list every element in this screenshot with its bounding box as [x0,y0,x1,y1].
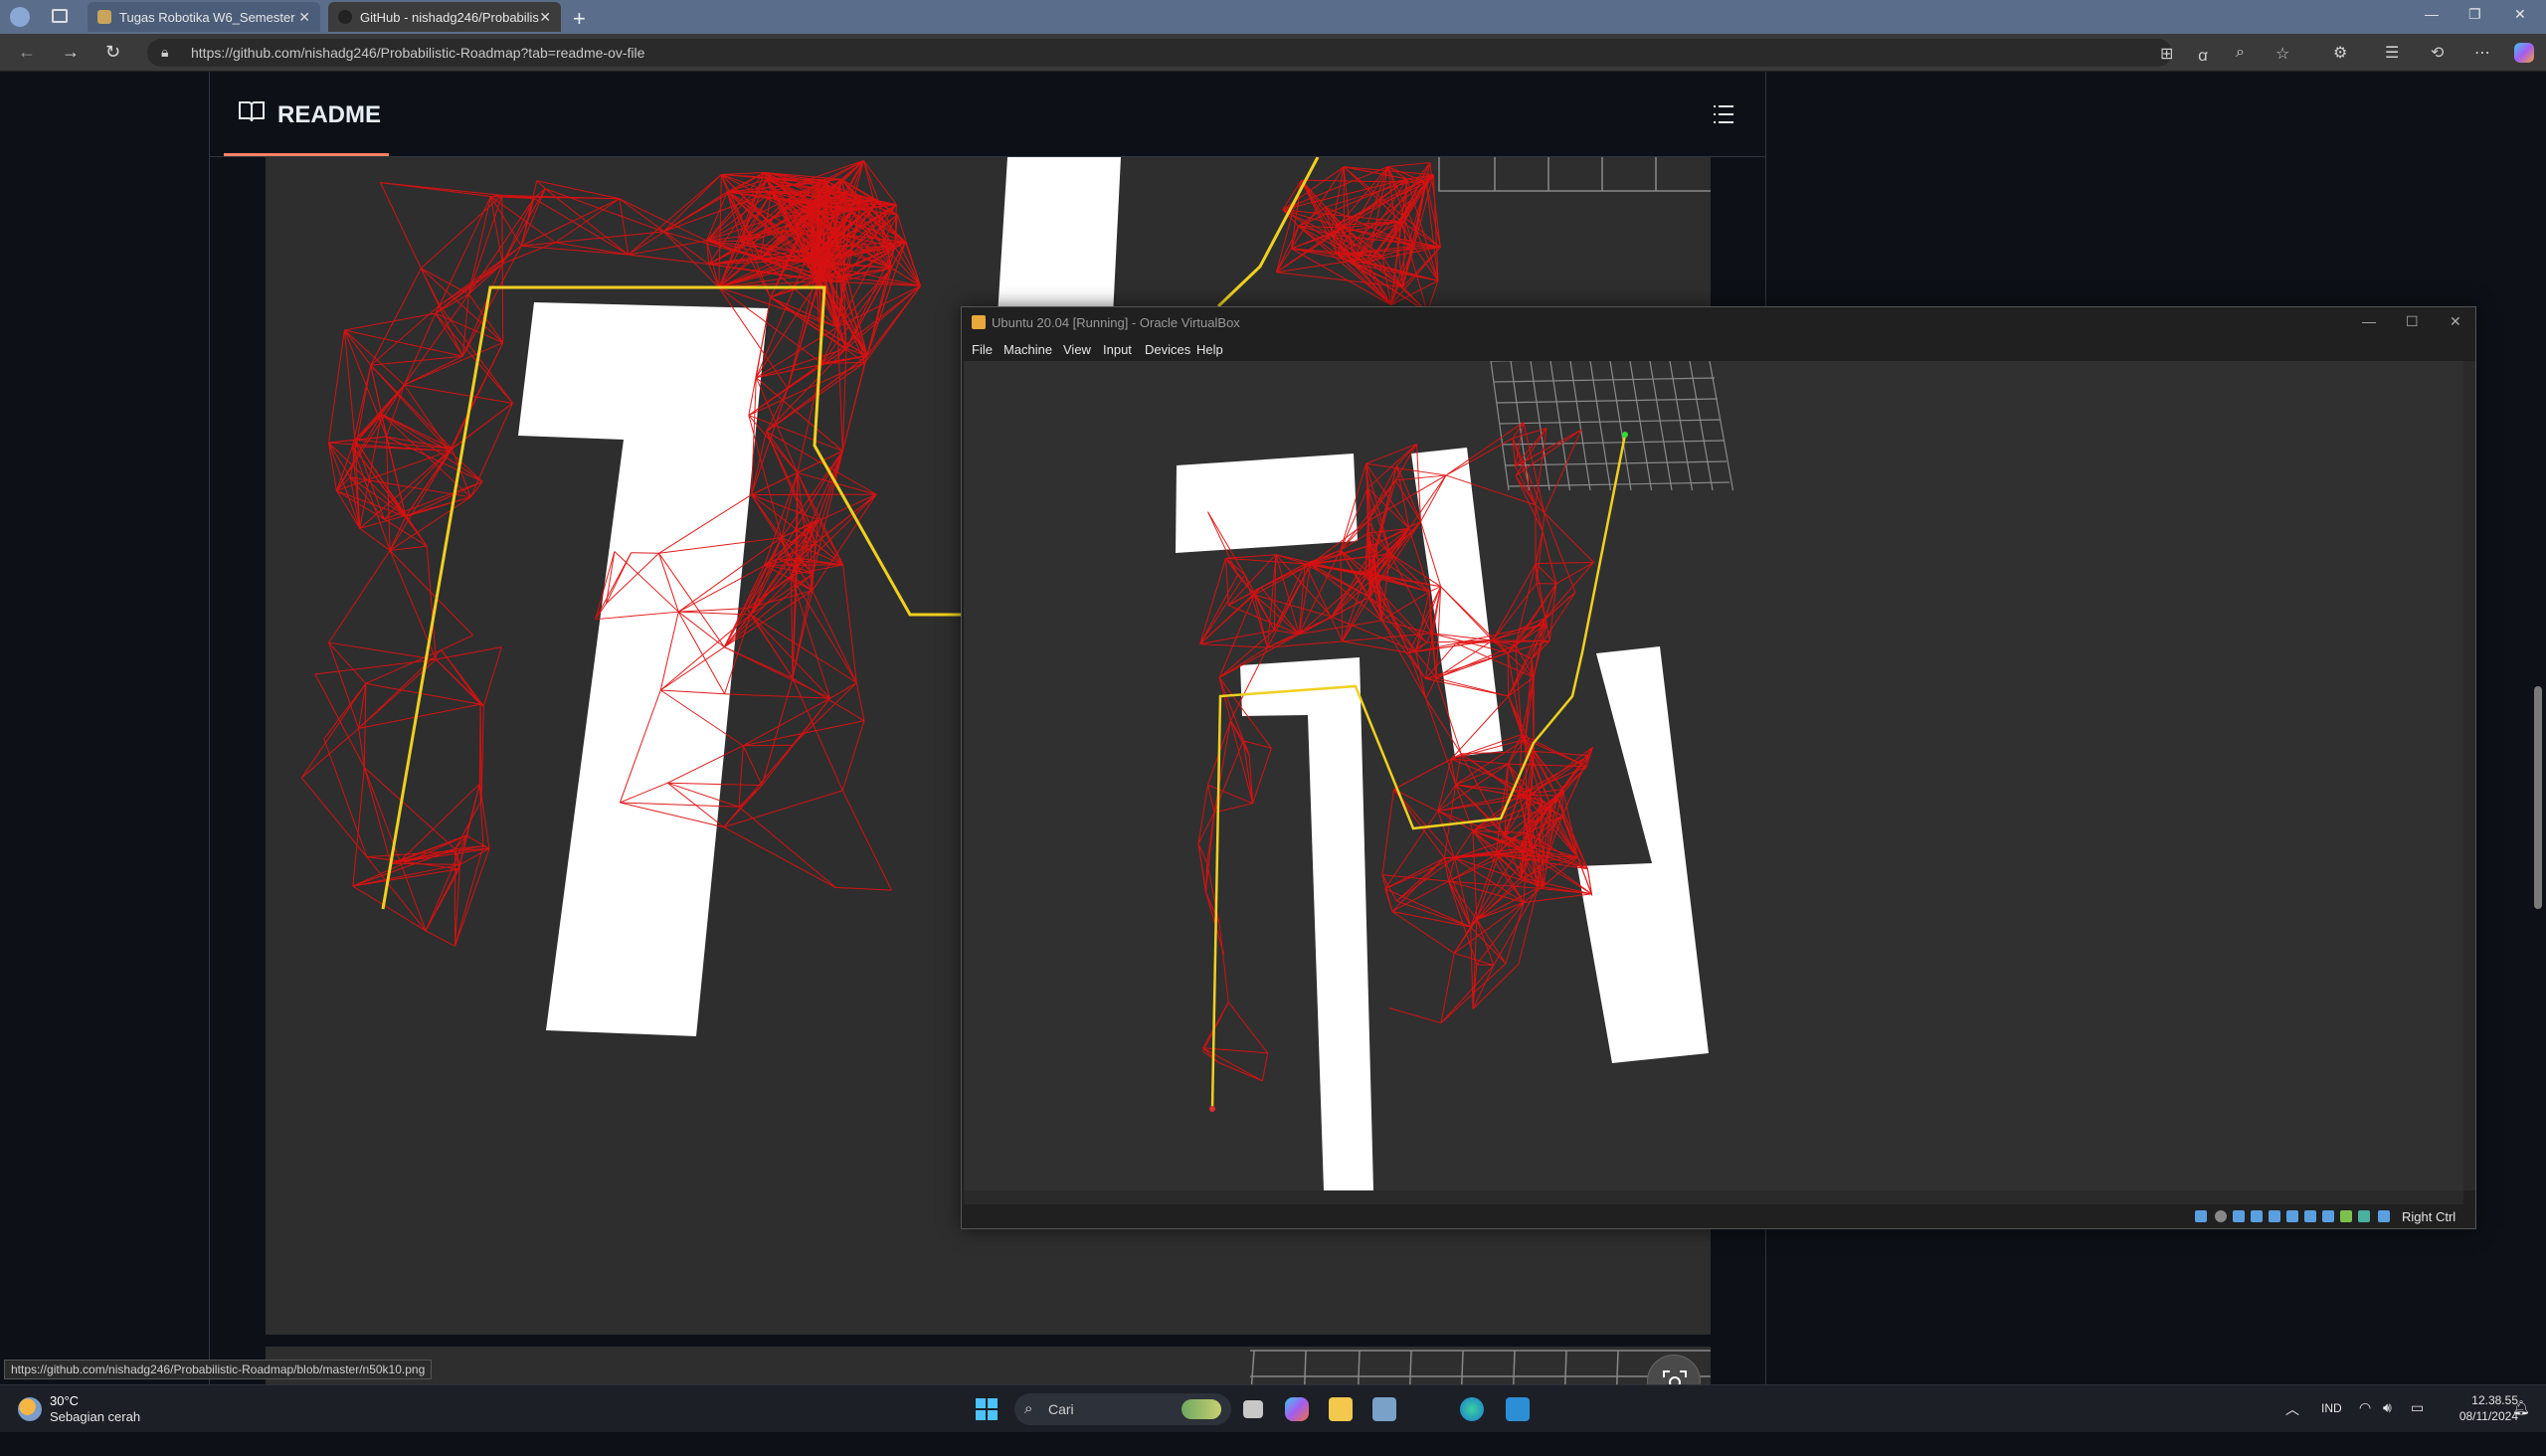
obstacle [1176,454,1358,553]
obstacle [998,157,1121,316]
virtualbox-logo-icon [972,315,986,329]
window-title: Ubuntu 20.04 [Running] - Oracle VirtualB… [992,315,1240,330]
address-bar-row: ← → ↻ 🔒︎ https://github.com/nishadg246/P… [0,34,2546,72]
close-window-icon[interactable]: ✕ [2450,313,2461,330]
readme-header: README [210,72,1765,157]
table-of-contents-icon[interactable] [1712,103,1735,125]
menu-machine[interactable]: Machine [1003,342,1052,357]
document-icon [97,10,111,24]
profile-icon[interactable] [10,7,30,27]
photos-icon[interactable] [1372,1397,1396,1421]
copilot-icon[interactable] [2514,43,2534,63]
task-view-icon[interactable] [1243,1400,1263,1418]
more-options-icon[interactable]: ⋯ [2474,43,2490,63]
taskbar-search[interactable]: ⌕ Cari [1014,1393,1231,1425]
clock-date[interactable]: 08/11/2024 [2443,1409,2518,1423]
read-aloud-icon[interactable]: ꭤ [2198,44,2208,66]
wifi-icon[interactable]: ◠ [2359,1399,2371,1416]
history-icon[interactable]: ⟲ [2431,43,2444,63]
weather-icon[interactable] [18,1397,42,1421]
hard-disk-icon[interactable] [2195,1210,2207,1222]
menu-file[interactable]: File [972,342,993,357]
tab-title: Tugas Robotika W6_Semester Ga [119,10,298,25]
windows-start-icon[interactable] [975,1397,999,1421]
search-icon: ⌕ [1024,1400,1032,1417]
virtualbox-menubar: File Machine View Input Devices Help [962,337,2475,361]
chevron-up-icon[interactable]: ︿ [2285,1399,2299,1419]
link-preview-status: https://github.com/nishadg246/Probabilis… [4,1360,432,1379]
cpu-icon[interactable] [2340,1210,2352,1222]
close-window-icon[interactable]: ✕ [2514,6,2526,23]
forward-icon[interactable]: → [62,42,80,63]
edge-icon[interactable] [1460,1397,1484,1421]
clock-time[interactable]: 12.38.55 [2443,1393,2518,1407]
shared-folder-icon[interactable] [2286,1210,2298,1222]
menu-input[interactable]: Input [1103,342,1132,357]
browser-tab-2[interactable]: GitHub - nishadg246/Probabilistic ✕ [328,2,561,32]
goal-point [1622,432,1628,438]
favorites-icon[interactable]: ☰ [2385,43,2399,63]
weather-description[interactable]: Sebagian cerah [50,1409,140,1424]
video-capture-icon[interactable] [2322,1210,2334,1222]
github-icon [338,10,352,24]
usb-icon[interactable] [2269,1210,2280,1222]
menu-view[interactable]: View [1063,342,1091,357]
maximize-icon[interactable]: ❐ [2468,6,2481,23]
url-text: https://github.com/nishadg246/Probabilis… [191,45,644,61]
lock-icon[interactable]: 🔒︎ [161,44,168,61]
page-scrollbar[interactable] [2530,143,2546,1456]
menu-devices[interactable]: Devices [1145,342,1190,357]
search-placeholder: Cari [1048,1401,1074,1417]
file-explorer-icon[interactable] [1329,1397,1353,1421]
back-icon[interactable]: ← [18,42,36,63]
url-field[interactable]: 🔒︎ https://github.com/nishadg246/Probabi… [147,39,2172,67]
weather-temperature[interactable]: 30°C [50,1393,79,1408]
virtualbox-statusbar: Right Ctrl [962,1204,2475,1228]
active-tab-underline [224,153,389,156]
search-highlight-icon [1182,1399,1221,1419]
menu-help[interactable]: Help [1196,342,1223,357]
book-icon [238,99,266,123]
host-key-label: Right Ctrl [2402,1209,2455,1224]
notification-bell-icon[interactable]: 🔔︎ [2512,1399,2530,1416]
windows-taskbar: 30°C Sebagian cerah ⌕ Cari ︿ IND ◠ 🔊︎ ▭ … [0,1384,2546,1432]
vm-display[interactable] [964,361,2463,1190]
display-icon[interactable] [2304,1210,2316,1222]
vscode-icon[interactable] [1506,1397,1530,1421]
new-tab-button[interactable]: + [573,6,586,32]
zoom-icon[interactable]: ⌕ [2236,44,2245,62]
virtualbox-titlebar[interactable]: Ubuntu 20.04 [Running] - Oracle VirtualB… [962,307,2475,337]
audio-icon[interactable] [2233,1210,2245,1222]
virtualbox-window[interactable]: Ubuntu 20.04 [Running] - Oracle VirtualB… [961,306,2476,1229]
vm-vertical-scrollbar[interactable] [2463,361,2475,1190]
tab-title: GitHub - nishadg246/Probabilistic [360,10,539,25]
minimize-icon[interactable]: — [2362,313,2376,329]
close-icon[interactable]: ✕ [539,9,551,26]
minimize-icon[interactable]: — [2425,6,2439,22]
split-screen-icon[interactable]: ⊞ [2160,44,2173,64]
extensions-icon[interactable]: ⚙ [2333,43,2347,63]
browser-tab-bar: Tugas Robotika W6_Semester Ga ✕ GitHub -… [0,0,2546,34]
refresh-icon[interactable]: ↻ [105,42,120,63]
maximize-icon[interactable]: ☐ [2406,313,2419,330]
scrollbar-thumb[interactable] [2534,686,2542,909]
start-point [1209,1106,1215,1112]
volume-icon[interactable]: 🔊︎ [2383,1399,2392,1416]
language-indicator[interactable]: IND [2321,1401,2342,1415]
favorite-star-icon[interactable]: ☆ [2275,44,2289,64]
copilot-icon[interactable] [1285,1397,1309,1421]
vm-horizontal-scrollbar[interactable] [964,1190,2463,1204]
vm-roadmap-canvas [964,361,2463,1190]
network-icon[interactable] [2251,1210,2263,1222]
close-icon[interactable]: ✕ [298,9,310,26]
battery-icon[interactable]: ▭ [2411,1399,2424,1416]
mouse-integration-icon[interactable] [2358,1210,2370,1222]
tab-actions-icon[interactable] [52,9,68,23]
optical-drive-icon[interactable] [2215,1210,2227,1222]
readme-tab-title[interactable]: README [277,101,381,129]
browser-tab-1[interactable]: Tugas Robotika W6_Semester Ga ✕ [88,2,320,32]
keyboard-icon[interactable] [2378,1210,2390,1222]
